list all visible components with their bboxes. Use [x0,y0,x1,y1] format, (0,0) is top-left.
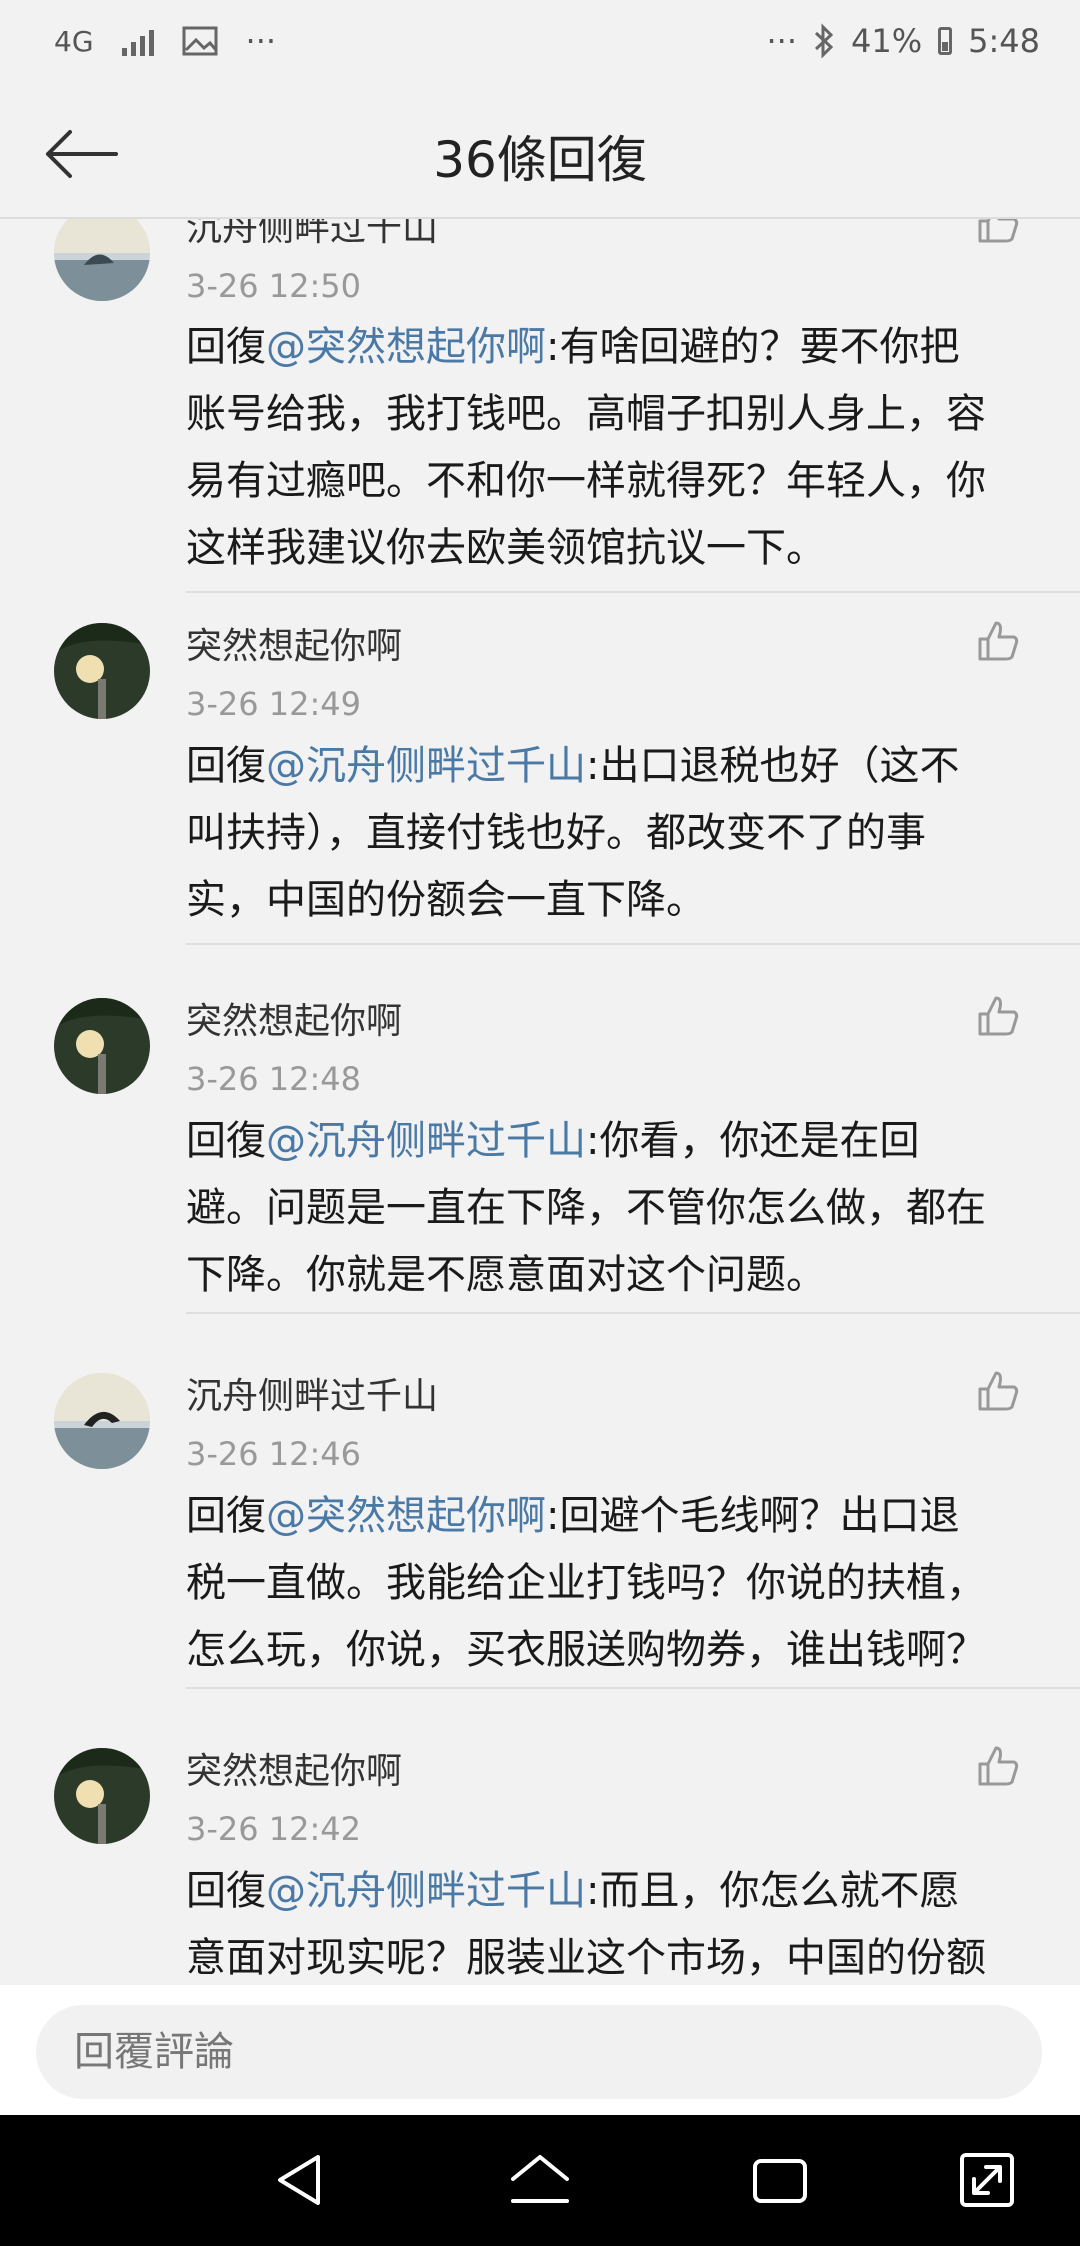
comment-line: 实，中国的份额会一直下降。 [186,877,706,923]
battery-percent: 41% [851,22,923,60]
reply-prefix: 回復 [186,324,266,370]
comment-line: 怎么玩，你说，买衣服送购物券，谁出钱啊？ [186,1627,986,1673]
page-title: 36條回復 [433,131,647,189]
more-dots-right: ··· [766,22,798,60]
comment-time: 3-26 12:49 [186,685,362,723]
signal-icon [121,26,154,56]
thumbs-up-icon[interactable] [974,1367,1022,1415]
expand-icon[interactable] [952,2145,1022,2215]
status-left: 4G ··· [54,22,276,60]
reply-prefix: 回復 [186,743,266,789]
author-name[interactable]: 沉舟侧畔过千山 [186,1367,438,1419]
comment-list[interactable]: 沉舟侧畔过千山 3-26 12:50 回復@突然想起你啊:有啥回避的？要不你把 … [0,219,1080,1985]
reply-prefix: 回復 [186,1118,266,1164]
divider [186,1687,1080,1689]
comment-line: 叫扶持），直接付钱也好。都改变不了的事 [186,810,926,856]
comment-line: 这样我建议你去欧美领馆抗议一下。 [186,525,826,571]
comment-text: :而且，你怎么就不愿 [586,1868,960,1914]
comment-line: 意面对现实呢？服装业这个市场，中国的份额 [186,1935,986,1981]
divider [186,591,1080,593]
status-right: ··· 41% 5:48 [767,22,1041,60]
mention-link[interactable]: @沉舟侧畔过千山 [266,1118,586,1164]
comment-body: 回復@突然想起你啊:有啥回避的？要不你把 账号给我，我打钱吧。高帽子扣别人身上，… [186,314,1036,582]
comment-body: 回復@沉舟侧畔过千山:出口退税也好（这不 叫扶持），直接付钱也好。都改变不了的事… [186,733,1036,934]
mention-link[interactable]: @沉舟侧畔过千山 [266,743,586,789]
reply-bar: 回覆評論 [0,1985,1080,2115]
author-name[interactable]: 突然想起你啊 [186,992,402,1044]
comment-line: 回復@沉舟侧畔过千山:出口退税也好（这不 [186,733,1036,800]
comment-body: 回復@沉舟侧畔过千山:你看，你还是在回 避。问题是一直在下降，不管你怎么做，都在… [186,1108,1036,1309]
avatar[interactable] [54,623,150,719]
thumbs-up-icon[interactable] [974,992,1022,1040]
comment-line: 下降。你就是不愿意面对这个问题。 [186,1252,826,1298]
network-label: 4G [54,24,94,58]
comment-line: 回復@沉舟侧畔过千山:而且，你怎么就不愿 [186,1858,1036,1925]
comment-time: 3-26 12:46 [186,1435,362,1473]
comment-line: 回復@突然想起你啊:回避个毛线啊？出口退 [186,1483,1036,1550]
clock: 5:48 [968,22,1040,60]
divider [186,1312,1080,1314]
home-icon[interactable] [505,2145,575,2215]
battery-icon [938,27,953,55]
comment-line: 避。问题是一直在下降，不管你怎么做，都在 [186,1185,986,1231]
reply-prefix: 回復 [186,1493,266,1539]
comment-line: 回復@突然想起你啊:有啥回避的？要不你把 [186,314,1036,381]
comment-text: :回避个毛线啊？出口退 [546,1493,960,1539]
divider [186,943,1080,945]
navigation-bar [0,2115,1080,2246]
comment-line: 易有过瘾吧。不和你一样就得死？年轻人，你 [186,458,986,504]
comment-time: 3-26 12:48 [186,1060,362,1098]
triangle-back-icon[interactable] [266,2145,336,2215]
comment-line: 账号给我，我打钱吧。高帽子扣别人身上，容 [186,391,986,437]
header: 36條回復 [0,90,1080,219]
bluetooth-icon [814,23,834,59]
more-dots-left: ··· [245,22,277,60]
avatar[interactable] [54,998,150,1094]
author-name[interactable]: 突然想起你啊 [186,1742,402,1794]
comment-time: 3-26 12:42 [186,1810,362,1848]
image-icon [182,26,218,56]
avatar[interactable] [54,1748,150,1844]
avatar[interactable] [54,219,150,301]
comment-text: :你看，你还是在回 [586,1118,920,1164]
comment-line: 税一直做。我能给企业打钱吗？你说的扶植， [186,1560,986,1606]
thumbs-up-icon[interactable] [974,1742,1022,1790]
comment-body: 回復@突然想起你啊:回避个毛线啊？出口退 税一直做。我能给企业打钱吗？你说的扶植… [186,1483,1036,1684]
comment-time: 3-26 12:50 [186,267,362,305]
comment-body: 回復@沉舟侧畔过千山:而且，你怎么就不愿 意面对现实呢？服装业这个市场，中国的份… [186,1858,1036,1985]
thumbs-up-icon[interactable] [974,219,1022,247]
mention-link[interactable]: @沉舟侧畔过千山 [266,1868,586,1914]
author-name[interactable]: 突然想起你啊 [186,617,402,669]
comment-text: :出口退税也好（这不 [586,743,960,789]
mention-link[interactable]: @突然想起你啊 [266,324,546,370]
author-name[interactable]: 沉舟侧畔过千山 [186,219,438,251]
comment-line: 回復@沉舟侧畔过千山:你看，你还是在回 [186,1108,1036,1175]
mention-link[interactable]: @突然想起你啊 [266,1493,546,1539]
comment-text: :有啥回避的？要不你把 [546,324,960,370]
thumbs-up-icon[interactable] [974,617,1022,665]
reply-input[interactable]: 回覆評論 [36,2005,1042,2099]
status-bar: 4G ··· ··· 41% 5:48 [0,0,1080,90]
avatar[interactable] [54,1373,150,1469]
reply-prefix: 回復 [186,1868,266,1914]
recent-apps-icon[interactable] [745,2145,815,2215]
